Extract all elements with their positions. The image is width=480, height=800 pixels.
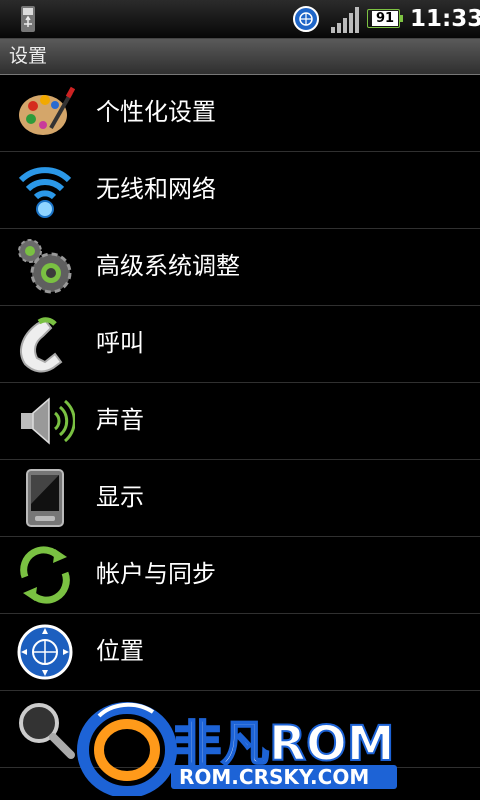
settings-item-label: 无线和网络 — [96, 175, 216, 203]
speaker-icon — [21, 397, 75, 445]
settings-item-label: 帐户与同步 — [96, 560, 216, 588]
watermark-logo: 非凡ROM ROM.CRSKY.COM — [77, 702, 397, 796]
sd-card-icon — [21, 6, 35, 32]
settings-item-label: 个性化设置 — [96, 98, 216, 126]
search-icon — [19, 703, 75, 759]
watermark-brand: 非凡ROM — [173, 716, 395, 772]
location-icon — [17, 624, 73, 680]
settings-item-label: 呼叫 — [96, 329, 144, 357]
battery-level: 91 — [372, 11, 398, 26]
wifi-icon — [18, 167, 72, 218]
settings-item-accounts-sync[interactable]: 帐户与同步 — [0, 537, 480, 614]
page-title: 设置 — [9, 45, 48, 67]
settings-item-sound[interactable]: 声音 — [0, 383, 480, 460]
battery-tip — [400, 15, 403, 22]
palette-icon — [19, 86, 75, 135]
signal-icon — [331, 7, 359, 33]
settings-item-location[interactable]: 位置 — [0, 614, 480, 691]
settings-item-personalize[interactable]: 个性化设置 — [0, 75, 480, 152]
clock: 11:33 — [410, 6, 480, 32]
settings-item-display[interactable]: 显示 — [0, 460, 480, 537]
settings-item-label: 位置 — [96, 637, 144, 665]
phone-icon — [20, 317, 63, 373]
status-bar: 91 11:33 — [0, 0, 480, 39]
settings-item-call[interactable]: 呼叫 — [0, 306, 480, 383]
gears-icon — [18, 239, 72, 294]
settings-item-label: 声音 — [96, 406, 144, 434]
watermark-url: ROM.CRSKY.COM — [179, 765, 369, 789]
sync-arrows-icon — [20, 546, 70, 604]
settings-item-advanced[interactable]: 高级系统调整 — [0, 229, 480, 306]
battery-icon: 91 — [367, 9, 403, 29]
settings-list: 个性化设置 无线和网络 高级系统调整 呼叫 声音 显示 帐户与同步 位置 — [0, 75, 480, 768]
settings-item-wireless[interactable]: 无线和网络 — [0, 152, 480, 229]
settings-item-label: 高级系统调整 — [96, 252, 240, 280]
display-icon — [26, 469, 64, 527]
settings-item-label: 显示 — [96, 483, 144, 511]
title-bar: 设置 — [0, 39, 480, 75]
sync-icon — [293, 6, 319, 32]
